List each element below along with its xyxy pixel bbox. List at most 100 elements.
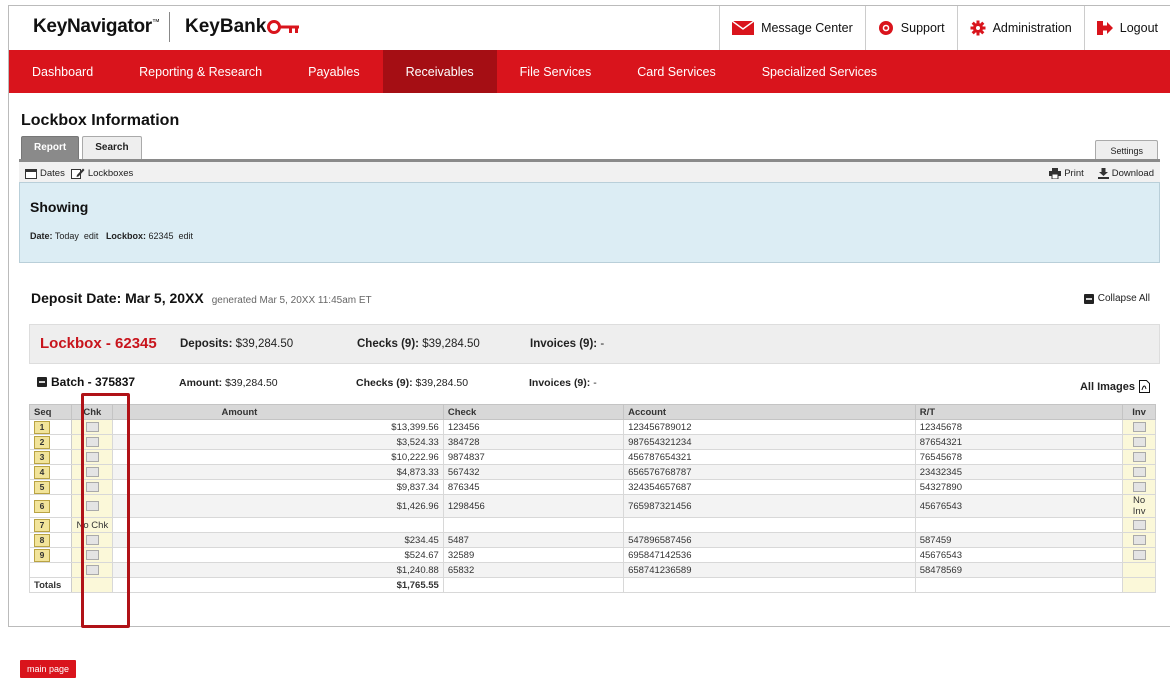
edit-lockbox-link[interactable]: edit [179, 231, 194, 241]
download-label: Download [1111, 167, 1154, 179]
image-icon[interactable] [1132, 519, 1146, 530]
cell-amount: $4,873.33 [112, 464, 444, 480]
image-icon[interactable] [1132, 549, 1146, 560]
image-icon[interactable] [1132, 436, 1146, 447]
tab-settings[interactable]: Settings [1095, 140, 1158, 161]
cell-account: 695847142536 [623, 547, 916, 563]
image-icon[interactable] [85, 549, 99, 560]
image-icon[interactable] [1132, 534, 1146, 545]
cell-inv [1122, 419, 1156, 435]
keybank-logo: KeyBank [185, 16, 267, 37]
tab-report[interactable]: Report [21, 136, 80, 159]
cell-chk [71, 479, 114, 495]
nav-specialized-services[interactable]: Specialized Services [739, 50, 900, 93]
keynavigator-logo[interactable]: KeyNavigator™ [33, 16, 160, 38]
cell-seq: 8 [28, 532, 73, 548]
nav-reporting-research[interactable]: Reporting & Research [116, 50, 285, 93]
envelope-icon [732, 21, 755, 35]
seq-button[interactable]: 4 [34, 465, 50, 479]
cell-amount: $3,524.33 [112, 434, 444, 450]
image-icon[interactable] [85, 421, 99, 432]
cell-account: 658741236589 [623, 562, 916, 578]
support-link[interactable]: Support [864, 6, 957, 50]
image-icon[interactable] [85, 436, 99, 447]
cell-inv [1122, 464, 1156, 480]
cell-amount: $524.67 [112, 547, 444, 563]
batch-toggle[interactable]: Batch - 375837 [37, 375, 135, 389]
seq-button[interactable]: 5 [34, 480, 50, 494]
nav-dashboard[interactable]: Dashboard [9, 50, 116, 93]
showing-title: Showing [30, 199, 89, 215]
seq-button[interactable]: 7 [34, 518, 50, 532]
cell-account: 456787654321 [623, 449, 916, 465]
col-inv[interactable]: Inv [1122, 404, 1156, 420]
cell-rt: 58478569 [914, 562, 1124, 578]
pdf-icon [1139, 380, 1150, 393]
cell-chk [71, 434, 114, 450]
dates-label: Dates [40, 167, 65, 179]
all-images-button[interactable]: All Images [1080, 380, 1150, 393]
download-button[interactable]: Download [1097, 167, 1154, 179]
seq-button[interactable]: 6 [34, 499, 50, 513]
showing-panel: Showing Date: Today edit Lockbox: 62345 … [19, 182, 1160, 263]
table-row: 5 $9,837.34 876345 324354657687 54327890 [28, 479, 1156, 495]
image-icon[interactable] [1132, 451, 1146, 462]
batch-checks-label: Checks (9): [356, 377, 413, 389]
app-frame: KeyNavigator™ KeyBank Message Center Sup… [8, 5, 1170, 628]
seq-button[interactable]: 9 [34, 548, 50, 562]
nav-payables[interactable]: Payables [285, 50, 382, 93]
cell-rt [914, 517, 1124, 533]
cell-rt: 54327890 [914, 479, 1124, 495]
col-rt[interactable]: R/T [914, 404, 1124, 420]
batch-checks: Checks (9): $39,284.50 [356, 377, 468, 389]
main-page-button[interactable]: main page [20, 660, 77, 678]
image-icon[interactable] [85, 534, 99, 545]
print-button[interactable]: Print [1049, 167, 1084, 179]
nav-card-services[interactable]: Card Services [614, 50, 739, 93]
table-row: 1 $13,399.56 123456 123456789012 12345678 [28, 419, 1156, 435]
printer-icon [1049, 167, 1062, 179]
seq-button[interactable]: 3 [34, 450, 50, 464]
image-icon[interactable] [85, 500, 99, 511]
cell-seq: 2 [28, 434, 73, 450]
col-account[interactable]: Account [623, 404, 916, 420]
col-chk[interactable]: Chk [71, 404, 114, 420]
cell-check: 1298456 [442, 494, 625, 518]
col-check[interactable]: Check [442, 404, 625, 420]
nav-receivables[interactable]: Receivables [382, 50, 497, 93]
message-center-link[interactable]: Message Center [719, 6, 865, 50]
edit-date-link[interactable]: edit [84, 231, 99, 241]
seq-button[interactable]: 2 [34, 435, 50, 449]
image-icon[interactable] [85, 481, 99, 492]
col-amount[interactable]: Amount [112, 404, 444, 420]
col-seq[interactable]: Seq [28, 404, 73, 420]
batch-invoices-value: - [593, 377, 597, 389]
table-row: 7 No Chk [28, 517, 1156, 533]
tab-search[interactable]: Search [82, 136, 142, 159]
image-icon[interactable] [1132, 466, 1146, 477]
image-icon[interactable] [85, 451, 99, 462]
cell-chk [71, 547, 114, 563]
image-icon[interactable] [85, 466, 99, 477]
nav-file-services[interactable]: File Services [497, 50, 615, 93]
seq-button[interactable]: 8 [34, 533, 50, 547]
lockbox-name[interactable]: Lockbox - 62345 [40, 335, 157, 352]
table-header-row: Seq Chk Amount Check Account R/T Inv [28, 404, 1156, 420]
dates-button[interactable]: Dates [25, 168, 65, 179]
seq-button[interactable]: 1 [34, 420, 50, 434]
image-icon[interactable] [1132, 481, 1146, 492]
administration-link[interactable]: Administration [956, 6, 1084, 50]
cell-check: 9874837 [442, 449, 625, 465]
cell-check: 32589 [442, 547, 625, 563]
lockbox-filter-label: Lockbox: [105, 231, 146, 241]
cell-account: 123456789012 [623, 419, 916, 435]
image-icon[interactable] [1132, 421, 1146, 432]
lockboxes-button[interactable]: Lockboxes [70, 168, 133, 179]
table-row: 6 $1,426.96 1298456 765987321456 45676543 No … [28, 494, 1156, 518]
logout-link[interactable]: Logout [1083, 6, 1170, 50]
batch-amount-value: $39,284.50 [225, 377, 278, 389]
deposit-date-title: Deposit Date: Mar 5, 20XX [31, 290, 204, 306]
cell-seq: 6 [28, 494, 73, 518]
collapse-all-button[interactable]: Collapse All [1083, 293, 1150, 304]
image-icon[interactable] [85, 564, 99, 575]
